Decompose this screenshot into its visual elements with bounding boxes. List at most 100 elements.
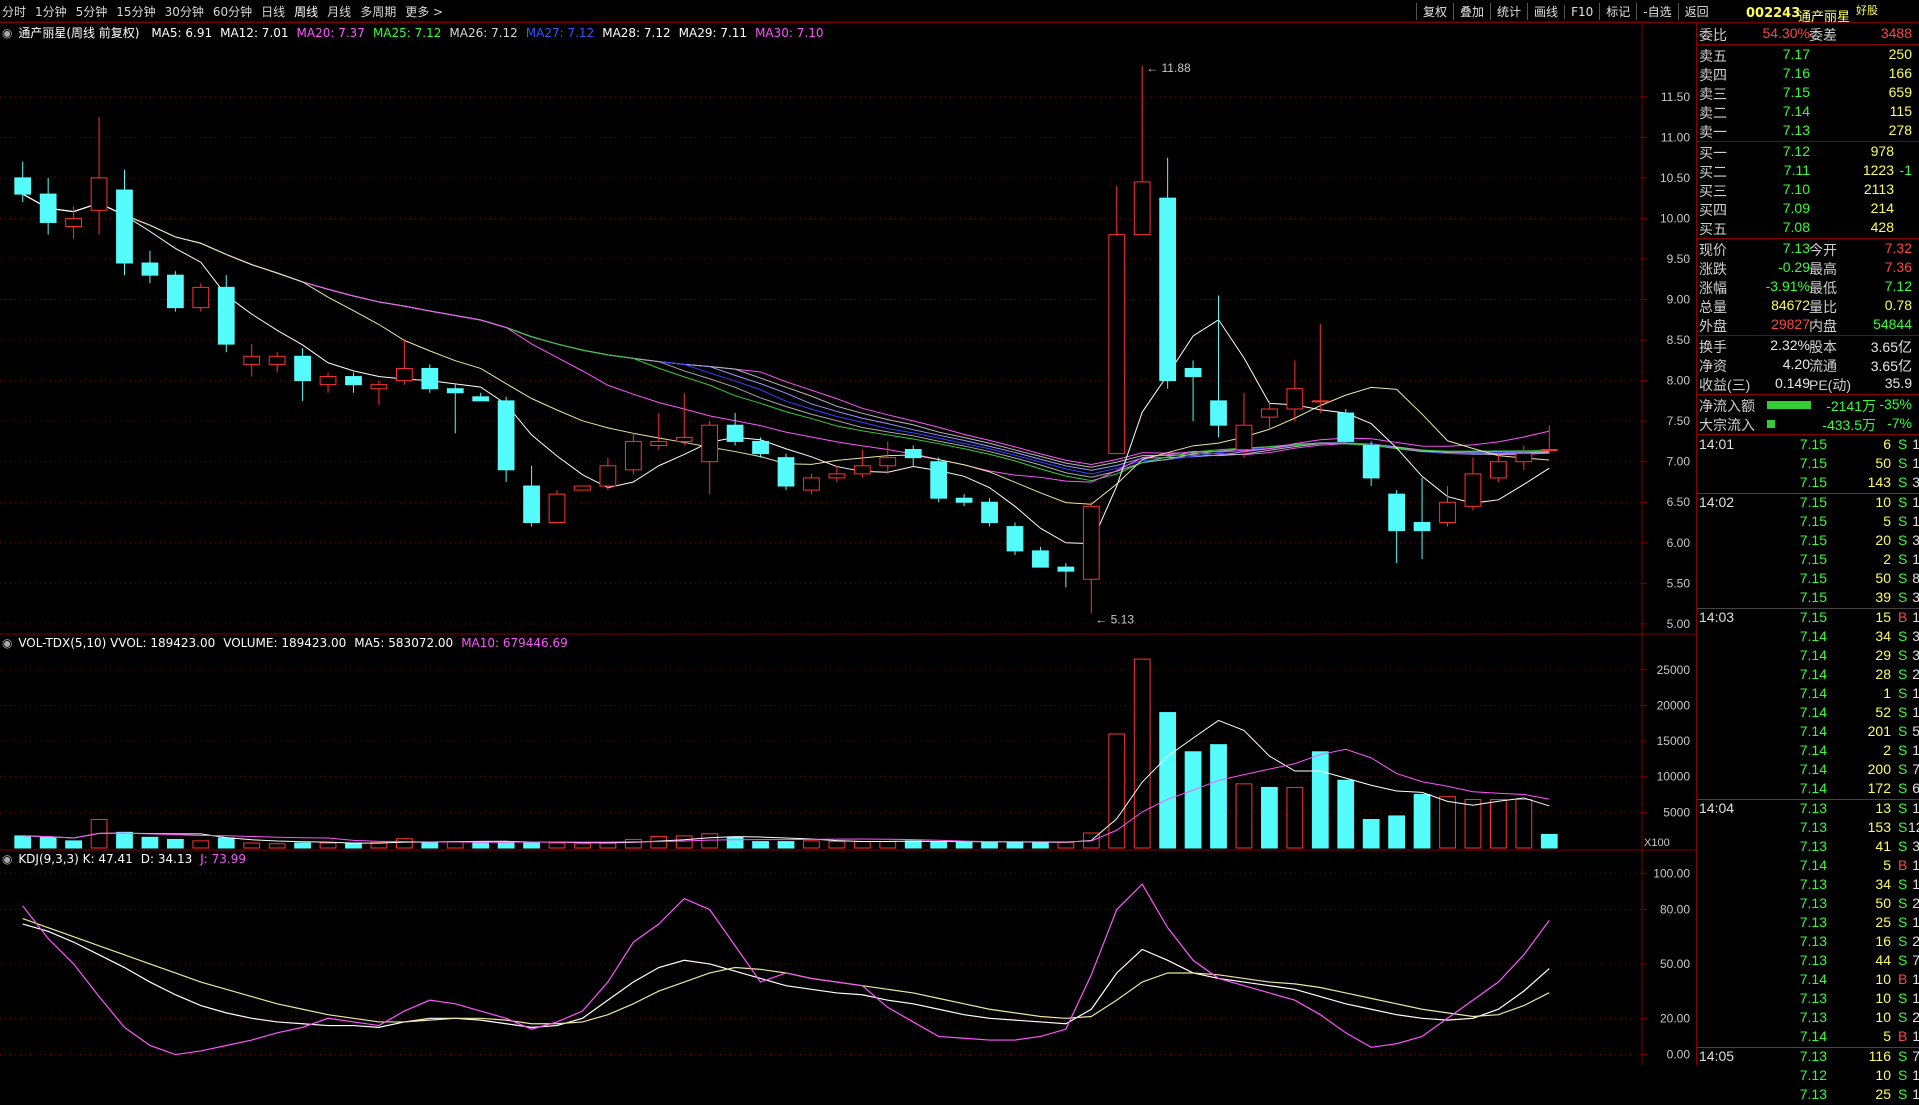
volume-bar: [1311, 751, 1329, 849]
value: -35%: [1879, 396, 1912, 412]
axis-tick-label: 7.50: [1667, 414, 1691, 428]
period-tab[interactable]: 60分钟: [213, 3, 252, 20]
tool-button[interactable]: 统计: [1490, 3, 1527, 20]
tick-volume: 172: [1867, 780, 1891, 796]
tool-button[interactable]: 复权: [1416, 3, 1453, 20]
volume-bar: [1362, 818, 1380, 849]
tick-price: 7.15: [1799, 474, 1827, 490]
volume-bar: [268, 843, 286, 849]
value: 1223: [1862, 162, 1894, 178]
volume-bar: [1413, 794, 1431, 849]
collapse-icon[interactable]: ◉: [2, 26, 12, 40]
period-tab[interactable]: 1分钟: [35, 3, 67, 20]
stock-tag: 好股: [1856, 4, 1878, 17]
tick-count: 1: [1912, 857, 1919, 873]
tick-volume: 2: [1883, 551, 1891, 567]
tick-count: 1: [1912, 971, 1919, 987]
period-tab[interactable]: 多周期: [360, 3, 396, 20]
chart-title[interactable]: 通产丽星(周线 前复权): [18, 26, 139, 40]
axis-tick-label: 11.00: [1661, 130, 1690, 144]
candle: [803, 477, 820, 491]
tick-row: 7.14 28 S 2: [1697, 666, 1919, 685]
tick-row: 7.15 143 S 3: [1697, 474, 1919, 493]
period-tab[interactable]: 30分钟: [165, 3, 204, 20]
tick-side: B: [1898, 609, 1908, 625]
tick-price: 7.15: [1799, 436, 1827, 452]
volume-bar: [141, 836, 159, 849]
tick-row: 14:04 7.13 13 S 1: [1697, 800, 1919, 819]
legend-item: MA20: 7.37: [296, 26, 365, 40]
volume-bar: [701, 833, 719, 849]
tick-volume: 1: [1883, 685, 1891, 701]
bid-row: 买四 7.09 214: [1697, 200, 1919, 219]
candle: [1082, 505, 1100, 580]
tick-count: 3: [1912, 647, 1919, 663]
value: 2113: [1863, 181, 1894, 197]
weibi-row: 委比 54.30% 委差 3488: [1697, 25, 1919, 44]
tick-row: 7.14 34 S 3: [1697, 628, 1919, 647]
kline-chart[interactable]: 5.00 5.50 6.00 6.50 7.00 7.50 8.00 8.50 9.00 9.50…: [0, 0, 1696, 1065]
divider: [1697, 335, 1919, 336]
value: 0.78: [1884, 297, 1912, 313]
axis-tick-label: 10.00: [1660, 211, 1690, 225]
tick-volume: 200: [1867, 761, 1891, 777]
divider: [1697, 44, 1919, 45]
value: 84672: [1771, 297, 1810, 313]
legend-item: MA5: 583072.00: [354, 636, 454, 650]
price-legend: ◉ 通产丽星(周线 前复权) MA5: 6.91 MA12: 7.01 MA20: …: [2, 24, 831, 41]
tick-count: 12: [1908, 819, 1919, 835]
volume-bar: [574, 843, 591, 849]
candle: [675, 436, 693, 442]
tick-count: 1: [1912, 609, 1919, 625]
tick-count: 8: [1912, 570, 1919, 586]
collapse-icon[interactable]: ◉: [2, 852, 12, 866]
volume-bar: [1235, 783, 1253, 849]
value: 54844: [1873, 316, 1912, 332]
candle: [217, 286, 235, 345]
collapse-icon[interactable]: ◉: [2, 636, 12, 650]
tool-button[interactable]: 画线: [1527, 3, 1564, 20]
tool-button[interactable]: F10: [1564, 5, 1599, 19]
value: 166: [1888, 65, 1912, 81]
axis-tick-label: 100.00: [1653, 866, 1690, 880]
volume-bar: [803, 840, 820, 849]
tool-button[interactable]: 标记: [1599, 3, 1636, 20]
value: 7.15: [1782, 84, 1810, 100]
tool-button[interactable]: 叠加: [1453, 3, 1490, 20]
candle: [523, 485, 540, 524]
candle: [243, 355, 261, 365]
period-tab[interactable]: 日线: [261, 3, 285, 20]
period-tab[interactable]: 月线: [327, 3, 351, 20]
period-tab[interactable]: 15分钟: [116, 3, 155, 20]
label: 委比: [1699, 27, 1727, 43]
tick-row: 7.13 16 S 2: [1697, 933, 1919, 952]
volume-bar: [446, 841, 464, 849]
period-tab[interactable]: 周线: [294, 3, 318, 20]
stats-row: 净资 4.20 流通 3.65亿: [1697, 356, 1919, 375]
period-tab[interactable]: 更多 >: [405, 3, 443, 20]
tick-row: 7.13 10 S 2: [1697, 1009, 1919, 1028]
volume-bar: [1108, 733, 1126, 849]
quote-row: 现价 7.13 今开 7.32: [1697, 240, 1919, 259]
tick-side: S: [1898, 551, 1908, 567]
tick-volume: 10: [1875, 1067, 1891, 1083]
volume-bar: [726, 836, 744, 849]
label: 收益(三): [1699, 377, 1751, 393]
period-tab[interactable]: 分时: [2, 3, 26, 20]
label: 今开: [1809, 242, 1837, 258]
legend-item: MA25: 7.12: [372, 26, 442, 40]
candle: [370, 384, 388, 390]
volume-bar: [395, 838, 413, 849]
tick-volume: 16: [1875, 933, 1891, 949]
tick-row: 7.13 25 S 1: [1697, 914, 1919, 933]
candle: [65, 217, 82, 228]
value: 428: [1870, 219, 1894, 235]
period-tab[interactable]: 5分钟: [76, 3, 108, 20]
candle: [446, 388, 464, 394]
tick-row: 7.15 2 S 1: [1697, 551, 1919, 570]
tool-button[interactable]: -自选: [1636, 3, 1677, 20]
candle: [548, 493, 566, 524]
candle: [14, 177, 32, 195]
tick-side: S: [1898, 1067, 1908, 1083]
axis-tick-label: 20.00: [1660, 1011, 1690, 1025]
